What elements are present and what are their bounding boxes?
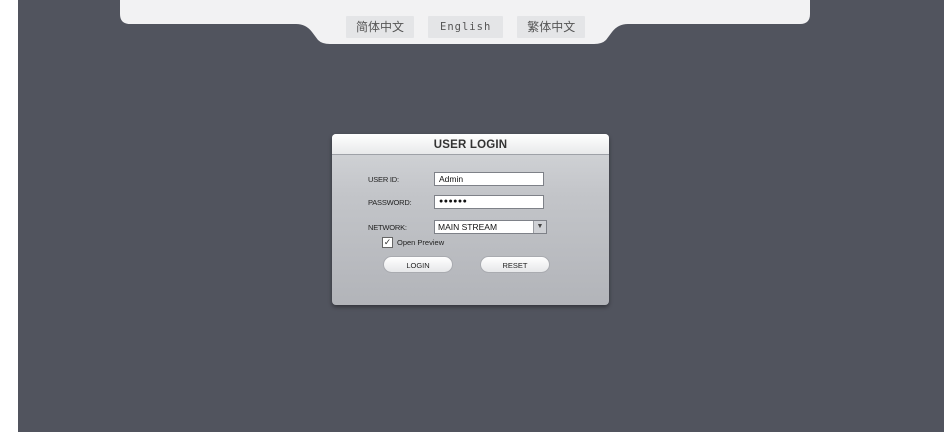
password-input[interactable]: ●●●●●●: [434, 195, 544, 209]
open-preview-checkbox[interactable]: ✓: [382, 237, 393, 248]
lang-simplified-chinese-button[interactable]: 简体中文: [346, 16, 415, 38]
language-buttons: 简体中文 English 繁体中文: [346, 16, 586, 38]
login-button[interactable]: LOGIN: [383, 256, 453, 273]
user-id-label: USER ID:: [368, 175, 399, 184]
user-id-input[interactable]: Admin: [434, 172, 544, 186]
language-bar: 简体中文 English 繁体中文: [0, 0, 944, 46]
chevron-down-icon[interactable]: ▼: [533, 221, 546, 233]
open-preview-label: Open Preview: [397, 238, 445, 247]
reset-button[interactable]: RESET: [480, 256, 550, 273]
network-label: NETWORK:: [368, 223, 407, 232]
login-title: USER LOGIN: [332, 134, 609, 155]
network-select[interactable]: MAIN STREAM ▼: [434, 220, 547, 234]
lang-traditional-chinese-button[interactable]: 繁体中文: [517, 16, 586, 38]
lang-english-button[interactable]: English: [428, 16, 504, 38]
login-panel: USER LOGIN USER ID: Admin PASSWORD: ●●●●…: [332, 134, 609, 305]
password-label: PASSWORD:: [368, 198, 412, 207]
network-select-value: MAIN STREAM: [438, 222, 498, 232]
